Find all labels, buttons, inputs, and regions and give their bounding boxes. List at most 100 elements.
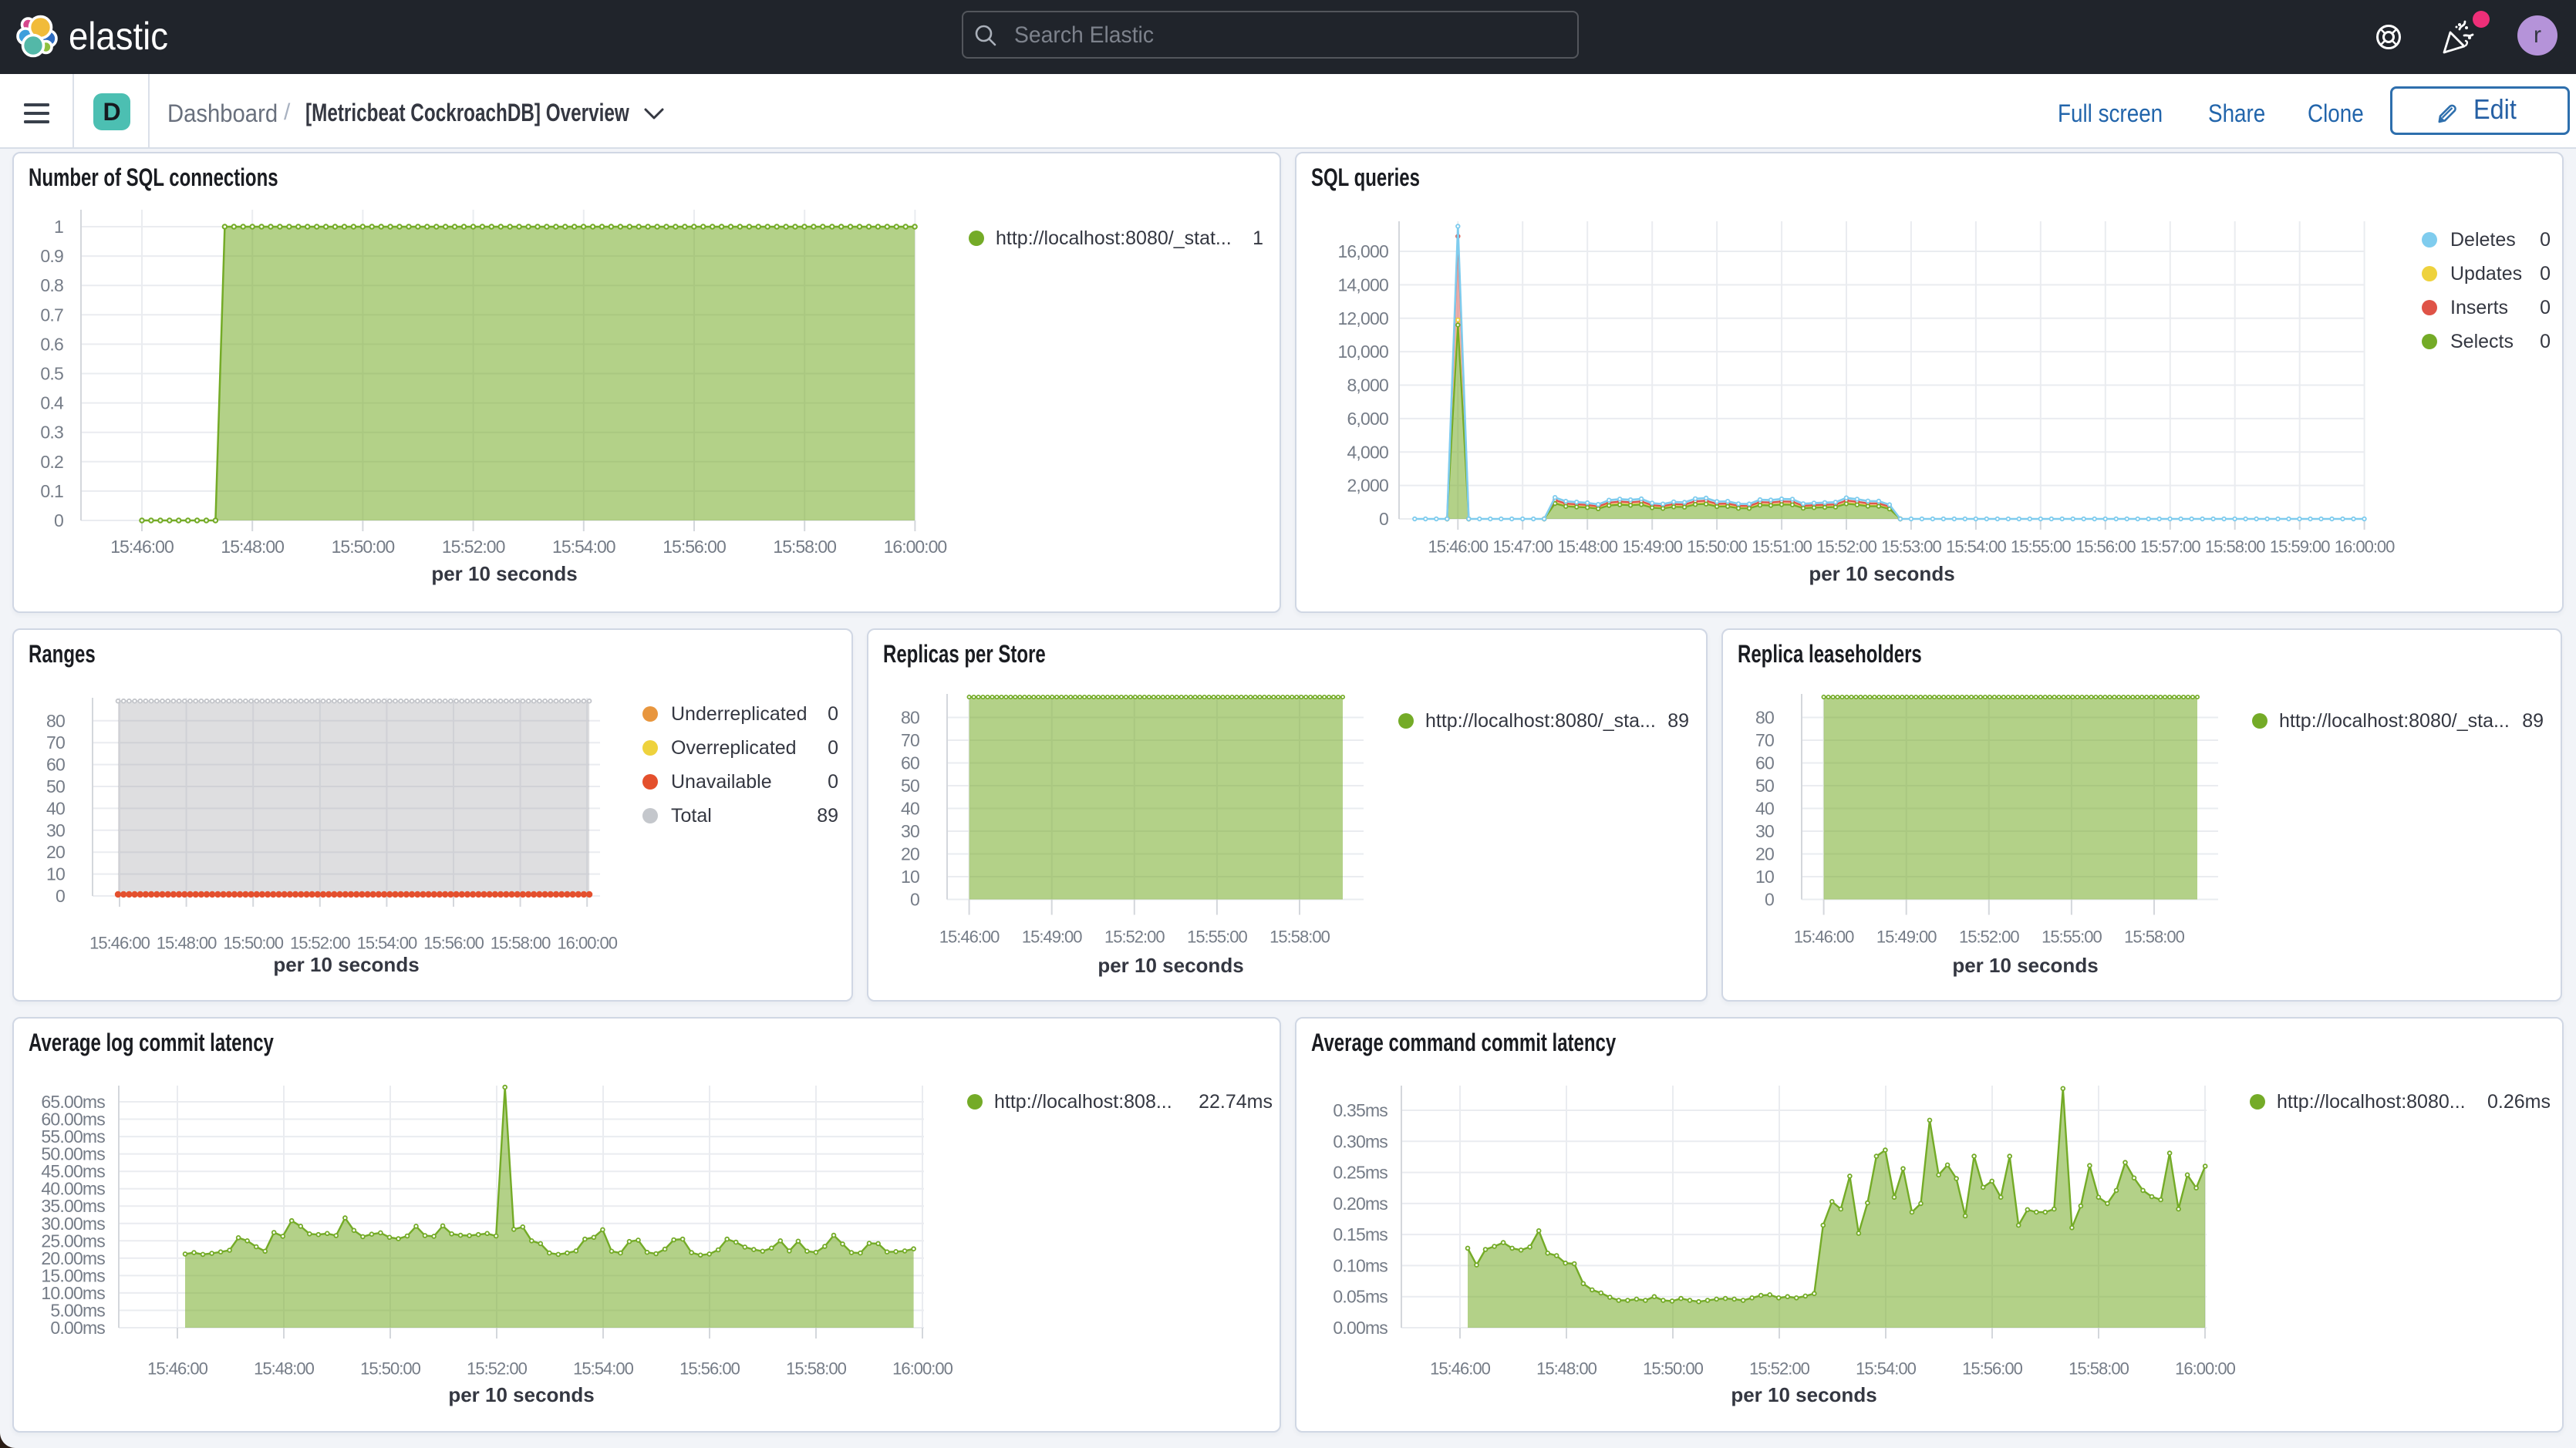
- svg-text:0.25ms: 0.25ms: [1333, 1163, 1387, 1183]
- svg-text:0: 0: [828, 703, 838, 725]
- svg-text:14,000: 14,000: [1337, 274, 1388, 295]
- svg-text:0.9: 0.9: [40, 246, 63, 266]
- svg-text:15:48:00: 15:48:00: [254, 1359, 314, 1379]
- svg-text:20: 20: [46, 842, 65, 862]
- svg-text:15:52:00: 15:52:00: [1104, 928, 1165, 947]
- svg-text:50: 50: [46, 776, 65, 796]
- svg-text:30: 30: [901, 821, 919, 841]
- svg-text:15:46:00: 15:46:00: [147, 1359, 207, 1379]
- svg-text:10: 10: [46, 864, 65, 884]
- svg-text:http://localhost:808...: http://localhost:808...: [994, 1091, 1172, 1113]
- svg-text:15.00ms: 15.00ms: [41, 1265, 105, 1285]
- svg-text:0.3: 0.3: [40, 423, 63, 443]
- svg-text:25.00ms: 25.00ms: [41, 1231, 105, 1251]
- svg-text:5.00ms: 5.00ms: [50, 1301, 105, 1321]
- svg-text:15:54:00: 15:54:00: [573, 1359, 633, 1379]
- svg-text:per 10 seconds: per 10 seconds: [1952, 954, 2098, 977]
- svg-text:15:52:00: 15:52:00: [290, 934, 350, 953]
- svg-text:16:00:00: 16:00:00: [557, 934, 617, 953]
- svg-text:15:49:00: 15:49:00: [1876, 928, 1937, 947]
- svg-text:0.26ms: 0.26ms: [2487, 1091, 2551, 1113]
- svg-text:per 10 seconds: per 10 seconds: [1097, 954, 1243, 977]
- svg-text:15:54:00: 15:54:00: [552, 537, 615, 557]
- svg-text:0: 0: [56, 886, 65, 906]
- svg-text:22.74ms: 22.74ms: [1199, 1091, 1273, 1113]
- svg-text:http://localhost:8080/_stat...: http://localhost:8080/_stat...: [996, 227, 1232, 249]
- svg-text:0: 0: [1765, 890, 1774, 910]
- svg-text:15:55:00: 15:55:00: [2011, 537, 2071, 557]
- svg-text:0.8: 0.8: [40, 275, 63, 295]
- svg-text:20: 20: [901, 844, 919, 864]
- svg-text:Underreplicated: Underreplicated: [671, 703, 808, 725]
- svg-text:16:00:00: 16:00:00: [892, 1359, 953, 1379]
- svg-text:0.7: 0.7: [40, 305, 63, 325]
- svg-text:15:59:00: 15:59:00: [2270, 537, 2330, 557]
- svg-text:70: 70: [1755, 730, 1774, 750]
- svg-text:15:49:00: 15:49:00: [1622, 537, 1682, 557]
- svg-text:12,000: 12,000: [1337, 308, 1388, 328]
- svg-text:15:52:00: 15:52:00: [442, 537, 505, 557]
- svg-text:60: 60: [46, 755, 65, 775]
- svg-text:0.20ms: 0.20ms: [1333, 1194, 1387, 1214]
- svg-text:15:58:00: 15:58:00: [491, 934, 551, 953]
- svg-text:70: 70: [46, 732, 65, 753]
- svg-text:15:48:00: 15:48:00: [221, 537, 284, 557]
- svg-text:89: 89: [1667, 710, 1689, 732]
- svg-text:15:53:00: 15:53:00: [1881, 537, 1941, 557]
- svg-text:30.00ms: 30.00ms: [41, 1214, 105, 1234]
- svg-text:0.4: 0.4: [40, 393, 64, 413]
- svg-text:15:50:00: 15:50:00: [360, 1359, 420, 1379]
- svg-text:per 10 seconds: per 10 seconds: [273, 953, 419, 976]
- svg-text:80: 80: [46, 711, 65, 731]
- svg-text:0.00ms: 0.00ms: [1333, 1318, 1387, 1338]
- svg-text:15:50:00: 15:50:00: [1643, 1359, 1703, 1379]
- svg-text:15:58:00: 15:58:00: [2205, 537, 2265, 557]
- svg-text:15:54:00: 15:54:00: [1856, 1359, 1916, 1379]
- svg-text:16:00:00: 16:00:00: [2175, 1359, 2235, 1379]
- svg-text:10,000: 10,000: [1337, 342, 1388, 362]
- svg-text:20.00ms: 20.00ms: [41, 1248, 105, 1268]
- svg-text:0.15ms: 0.15ms: [1333, 1224, 1387, 1244]
- svg-text:15:46:00: 15:46:00: [1430, 1359, 1490, 1379]
- svg-text:50.00ms: 50.00ms: [41, 1144, 105, 1164]
- svg-text:http://localhost:8080/_sta...: http://localhost:8080/_sta...: [1425, 710, 1656, 732]
- svg-text:15:58:00: 15:58:00: [786, 1359, 846, 1379]
- svg-text:15:51:00: 15:51:00: [1752, 537, 1812, 557]
- svg-text:Selects: Selects: [2450, 331, 2514, 352]
- svg-text:0: 0: [2540, 331, 2551, 352]
- svg-text:15:52:00: 15:52:00: [1959, 928, 2019, 947]
- svg-text:30: 30: [46, 820, 65, 840]
- svg-text:35.00ms: 35.00ms: [41, 1196, 105, 1216]
- svg-text:89: 89: [2522, 710, 2544, 732]
- svg-text:80: 80: [901, 708, 919, 728]
- svg-text:65.00ms: 65.00ms: [41, 1092, 105, 1112]
- svg-text:30: 30: [1755, 821, 1774, 841]
- svg-text:15:56:00: 15:56:00: [679, 1359, 740, 1379]
- svg-text:60: 60: [901, 753, 919, 773]
- svg-text:15:46:00: 15:46:00: [1794, 928, 1854, 947]
- svg-text:15:48:00: 15:48:00: [157, 934, 217, 953]
- svg-text:70: 70: [901, 730, 919, 750]
- svg-text:15:58:00: 15:58:00: [773, 537, 836, 557]
- svg-text:0.1: 0.1: [40, 481, 63, 501]
- svg-text:0.2: 0.2: [40, 452, 63, 472]
- svg-text:89: 89: [817, 805, 838, 827]
- svg-text:45.00ms: 45.00ms: [41, 1161, 105, 1181]
- svg-text:15:56:00: 15:56:00: [663, 537, 726, 557]
- svg-text:per 10 seconds: per 10 seconds: [431, 562, 577, 585]
- svg-text:per 10 seconds: per 10 seconds: [1809, 562, 1954, 585]
- svg-text:15:46:00: 15:46:00: [110, 537, 174, 557]
- svg-text:6,000: 6,000: [1347, 409, 1388, 429]
- svg-text:15:58:00: 15:58:00: [2069, 1359, 2129, 1379]
- svg-text:0.30ms: 0.30ms: [1333, 1131, 1387, 1151]
- svg-text:0: 0: [1379, 509, 1388, 529]
- svg-text:0.35ms: 0.35ms: [1333, 1100, 1387, 1120]
- svg-text:Deletes: Deletes: [2450, 229, 2516, 251]
- svg-text:50: 50: [901, 776, 919, 796]
- svg-text:0: 0: [2540, 229, 2551, 251]
- svg-text:15:54:00: 15:54:00: [1946, 537, 2006, 557]
- svg-text:Overreplicated: Overreplicated: [671, 737, 797, 759]
- svg-text:0: 0: [2540, 263, 2551, 285]
- svg-text:20: 20: [1755, 844, 1774, 864]
- svg-text:40: 40: [901, 799, 919, 819]
